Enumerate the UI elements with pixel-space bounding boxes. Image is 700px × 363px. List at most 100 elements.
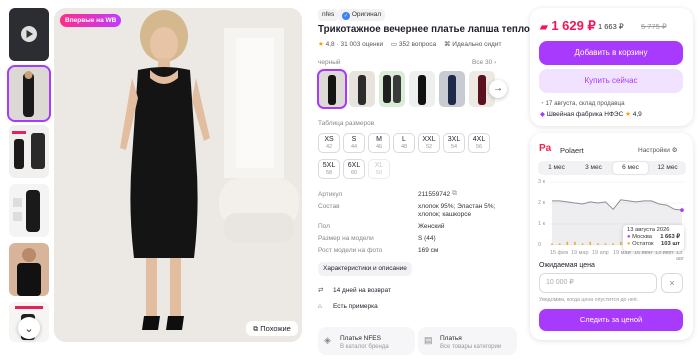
add-to-cart-button[interactable]: Добавить в корзину <box>539 41 683 65</box>
category-card[interactable]: ▤ Платья Все товары категории <box>418 327 517 355</box>
buy-panel: ▰ 1 629 ₽ 1 663 ₽ 5 775 ₽ Добавить в кор… <box>530 8 693 126</box>
arrow-right-icon[interactable]: → <box>489 80 507 98</box>
similar-label: Похожие <box>260 324 291 333</box>
color-swatch-2[interactable] <box>349 71 375 107</box>
similar-button[interactable]: ⧉ Похожие <box>246 321 298 336</box>
chevron-down-icon[interactable]: ⌄ <box>18 317 40 339</box>
size-option: XL 50 <box>368 159 390 179</box>
settings-link[interactable]: Настройки ⚙ <box>638 146 678 154</box>
size-number: 52 <box>425 144 433 150</box>
tag-icon: ◈ <box>324 335 331 345</box>
question-icon: ▭ <box>390 41 398 48</box>
spec-key: Артикул <box>318 191 343 198</box>
hanger-icon: ⌂ <box>318 303 322 310</box>
description-button[interactable]: Характеристики и описание <box>318 262 412 276</box>
size-option[interactable]: 4XL 56 <box>468 133 490 153</box>
size-table-link[interactable]: Таблица размеров <box>318 120 374 127</box>
size-number: 58 <box>325 170 333 176</box>
size-label: 3XL <box>447 136 461 143</box>
seller-info[interactable]: ◆ Швейная фабрика НФЭС ★ 4,9 <box>540 110 642 118</box>
spec-value: хлопок 95%; Эластан 5%; <box>418 203 496 210</box>
seller-rating: 4,9 <box>632 111 642 118</box>
size-option[interactable]: 5XL 58 <box>318 159 340 179</box>
size-label: XS <box>324 136 334 143</box>
expected-price-note: Уведомим, когда цена опустится до неё. <box>539 297 639 303</box>
size-number: 48 <box>400 144 408 150</box>
service-fitting: ⌂ Есть примерка <box>318 303 378 310</box>
spec-key: Размер на модели <box>318 235 374 242</box>
color-swatch-5[interactable] <box>439 71 465 107</box>
spec-value: Женский <box>418 223 445 230</box>
original-label: Оригинал <box>351 11 382 18</box>
color-swatch-4[interactable] <box>409 71 435 107</box>
size-label: S <box>351 136 357 143</box>
category-icon: ▤ <box>424 335 433 345</box>
size-option[interactable]: XXL 52 <box>418 133 440 153</box>
all-colors-link[interactable]: Все 30 › <box>472 59 496 66</box>
tab-1m[interactable]: 1 мес <box>539 162 574 174</box>
size-label: XL <box>374 162 384 169</box>
color-swatch-3[interactable] <box>379 71 405 107</box>
size-number: 50 <box>375 170 383 176</box>
fit-icon: ⌘ <box>443 41 451 48</box>
size-option[interactable]: S 44 <box>343 133 365 153</box>
service-return-label: 14 дней на возврат <box>333 287 391 294</box>
wallet-icon: ▰ <box>540 22 548 33</box>
category-subtitle: Все товары категории <box>440 344 502 350</box>
x-tick: 13 авг <box>676 250 684 262</box>
period-tabs: 1 мес 3 мес 6 мес 12 мес <box>538 161 686 175</box>
size-option[interactable]: 3XL 54 <box>443 133 465 153</box>
size-label: 5XL <box>322 162 336 169</box>
product-main-image[interactable] <box>54 8 302 342</box>
shop-icon: ◆ <box>540 111 545 118</box>
spec-value: 169 см <box>418 247 439 254</box>
tab-6m[interactable]: 6 мес <box>613 162 648 174</box>
reviews-count[interactable]: 31 003 оценки <box>340 41 383 48</box>
thumbnail-1[interactable] <box>7 65 51 122</box>
category-title: Платья <box>440 335 462 342</box>
buy-now-button[interactable]: Купить сейчас <box>539 69 683 93</box>
rating-row: ★ 4,8 · 31 003 оценки ▭ 352 вопроса ⌘ Ид… <box>318 41 502 48</box>
y-tick: 2 к <box>538 200 545 206</box>
size-option[interactable]: L 48 <box>393 133 415 153</box>
color-swatch-black[interactable] <box>317 69 347 109</box>
x-tick: 19 мар <box>571 250 589 256</box>
star-icon: ★ <box>625 111 631 118</box>
spec-key: Состав <box>318 203 340 210</box>
expected-price-label: Ожидаемая цена <box>539 262 595 269</box>
tab-12m[interactable]: 12 мес <box>650 162 685 174</box>
color-label: черный <box>318 59 341 66</box>
spec-value: хлопок; кашкорсе <box>418 211 472 218</box>
play-icon <box>21 26 37 42</box>
copy-icon[interactable]: ⧉ <box>452 190 457 198</box>
spec-key: Пол <box>318 223 330 230</box>
brand-catalog-card[interactable]: ◈ Платья NFES В каталог бренда <box>318 327 415 355</box>
size-label: 4XL <box>472 136 486 143</box>
follow-price-button[interactable]: Следить за ценой <box>539 309 683 331</box>
clock-icon: ◔ <box>540 100 544 107</box>
size-option[interactable]: XS 42 <box>318 133 340 153</box>
brand-chip[interactable]: nfes <box>318 9 339 21</box>
size-number: 44 <box>350 144 358 150</box>
thumbnail-3[interactable] <box>9 184 49 237</box>
expected-price-input[interactable]: 10 000 ₽ <box>539 273 657 293</box>
tab-3m[interactable]: 3 мес <box>576 162 611 174</box>
thumbnail-2[interactable] <box>9 125 49 178</box>
close-icon[interactable]: × <box>661 273 683 293</box>
size-label: 6XL <box>347 162 361 169</box>
size-option[interactable]: 6XL 60 <box>343 159 365 179</box>
service-return: ⇄ 14 дней на возврат <box>318 286 391 294</box>
thumbnail-4[interactable] <box>9 243 49 296</box>
product-photo <box>54 8 302 342</box>
thumbnail-video[interactable] <box>9 8 49 61</box>
product-title: Трикотажное вечернее платье лапша теплое <box>318 24 536 35</box>
tooltip-date: 13 августа 2026 <box>627 227 670 233</box>
chart-tooltip: 13 августа 2026 ● Москва 1 663 ₽ ● Остато… <box>623 225 684 251</box>
spec-value: S (44) <box>418 235 436 242</box>
price-point-current <box>680 208 684 212</box>
questions-count[interactable]: 352 вопроса <box>399 41 436 48</box>
price-current: ▰ 1 629 ₽ <box>540 18 596 33</box>
y-tick: 3 к <box>538 179 545 185</box>
polaert-logo: Pa <box>539 143 552 154</box>
size-option[interactable]: M 46 <box>368 133 390 153</box>
